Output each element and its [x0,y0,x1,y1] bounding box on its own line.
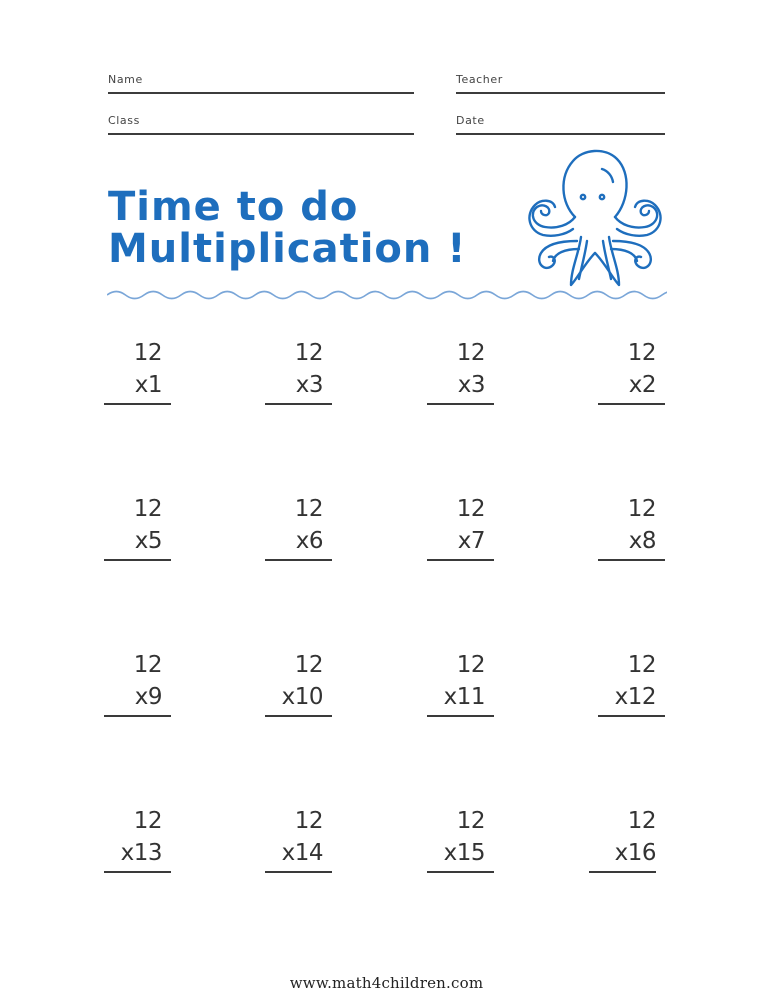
problem-item: 12 x3 [427,340,494,420]
multiplicand: 12 [627,808,657,834]
multiplicand: 12 [456,496,486,522]
multiplier: x3 [457,372,486,398]
answer-line[interactable] [589,871,656,873]
problem-item: 12 x11 [427,652,494,732]
multiplicand: 12 [456,652,486,678]
date-line[interactable] [456,133,665,135]
multiplicand: 12 [294,496,324,522]
answer-line[interactable] [265,403,332,405]
problem-item: 12 x8 [598,496,665,576]
answer-line[interactable] [427,871,494,873]
multiplier: x13 [120,840,163,866]
answer-line[interactable] [104,871,171,873]
problem-item: 12 x10 [265,652,332,732]
multiplier: x9 [134,684,163,710]
multiplicand: 12 [456,808,486,834]
title-line-1: Time to do [108,184,359,230]
teacher-line[interactable] [456,92,665,94]
multiplier: x1 [134,372,163,398]
multiplier: x11 [443,684,486,710]
multiplicand: 12 [294,652,324,678]
multiplicand: 12 [627,496,657,522]
multiplicand: 12 [133,808,163,834]
answer-line[interactable] [265,559,332,561]
answer-line[interactable] [265,715,332,717]
multiplicand: 12 [133,496,163,522]
multiplier: x15 [443,840,486,866]
multiplicand: 12 [627,340,657,366]
multiplier: x8 [628,528,657,554]
title-line-2: Multiplication ! [108,226,467,272]
answer-line[interactable] [427,403,494,405]
answer-line[interactable] [598,403,665,405]
answer-line[interactable] [104,559,171,561]
wave-divider [107,290,667,300]
problem-item: 12 x12 [598,652,665,732]
problem-item: 12 x2 [598,340,665,420]
multiplier: x6 [295,528,324,554]
multiplier: x12 [614,684,657,710]
octopus-icon [528,149,662,287]
multiplier: x3 [295,372,324,398]
multiplier: x2 [628,372,657,398]
class-label: Class [108,114,140,127]
name-label: Name [108,73,143,86]
class-line[interactable] [108,133,414,135]
multiplicand: 12 [133,652,163,678]
date-label: Date [456,114,485,127]
multiplicand: 12 [133,340,163,366]
name-line[interactable] [108,92,414,94]
problem-item: 12 x6 [265,496,332,576]
footer-website: www.math4children.com [289,974,484,992]
problem-item: 12 x14 [265,808,332,888]
problem-item: 12 x3 [265,340,332,420]
problem-item: 12 x15 [427,808,494,888]
problem-item: 12 x13 [104,808,171,888]
problem-item: 12 x16 [589,808,657,888]
answer-line[interactable] [598,559,665,561]
answer-line[interactable] [598,715,665,717]
page-title: Time to do Multiplication ! [108,186,467,270]
answer-line[interactable] [427,715,494,717]
multiplier: x7 [457,528,486,554]
multiplicand: 12 [627,652,657,678]
multiplicand: 12 [294,808,324,834]
answer-line[interactable] [427,559,494,561]
answer-line[interactable] [104,403,171,405]
problem-item: 12 x5 [104,496,171,576]
teacher-label: Teacher [456,73,503,86]
multiplier: x16 [614,840,657,866]
answer-line[interactable] [265,871,332,873]
multiplier: x10 [281,684,324,710]
problem-item: 12 x9 [104,652,171,732]
problem-item: 12 x1 [104,340,171,420]
multiplier: x14 [281,840,324,866]
multiplicand: 12 [294,340,324,366]
answer-line[interactable] [104,715,171,717]
multiplicand: 12 [456,340,486,366]
multiplier: x5 [134,528,163,554]
problem-item: 12 x7 [427,496,494,576]
